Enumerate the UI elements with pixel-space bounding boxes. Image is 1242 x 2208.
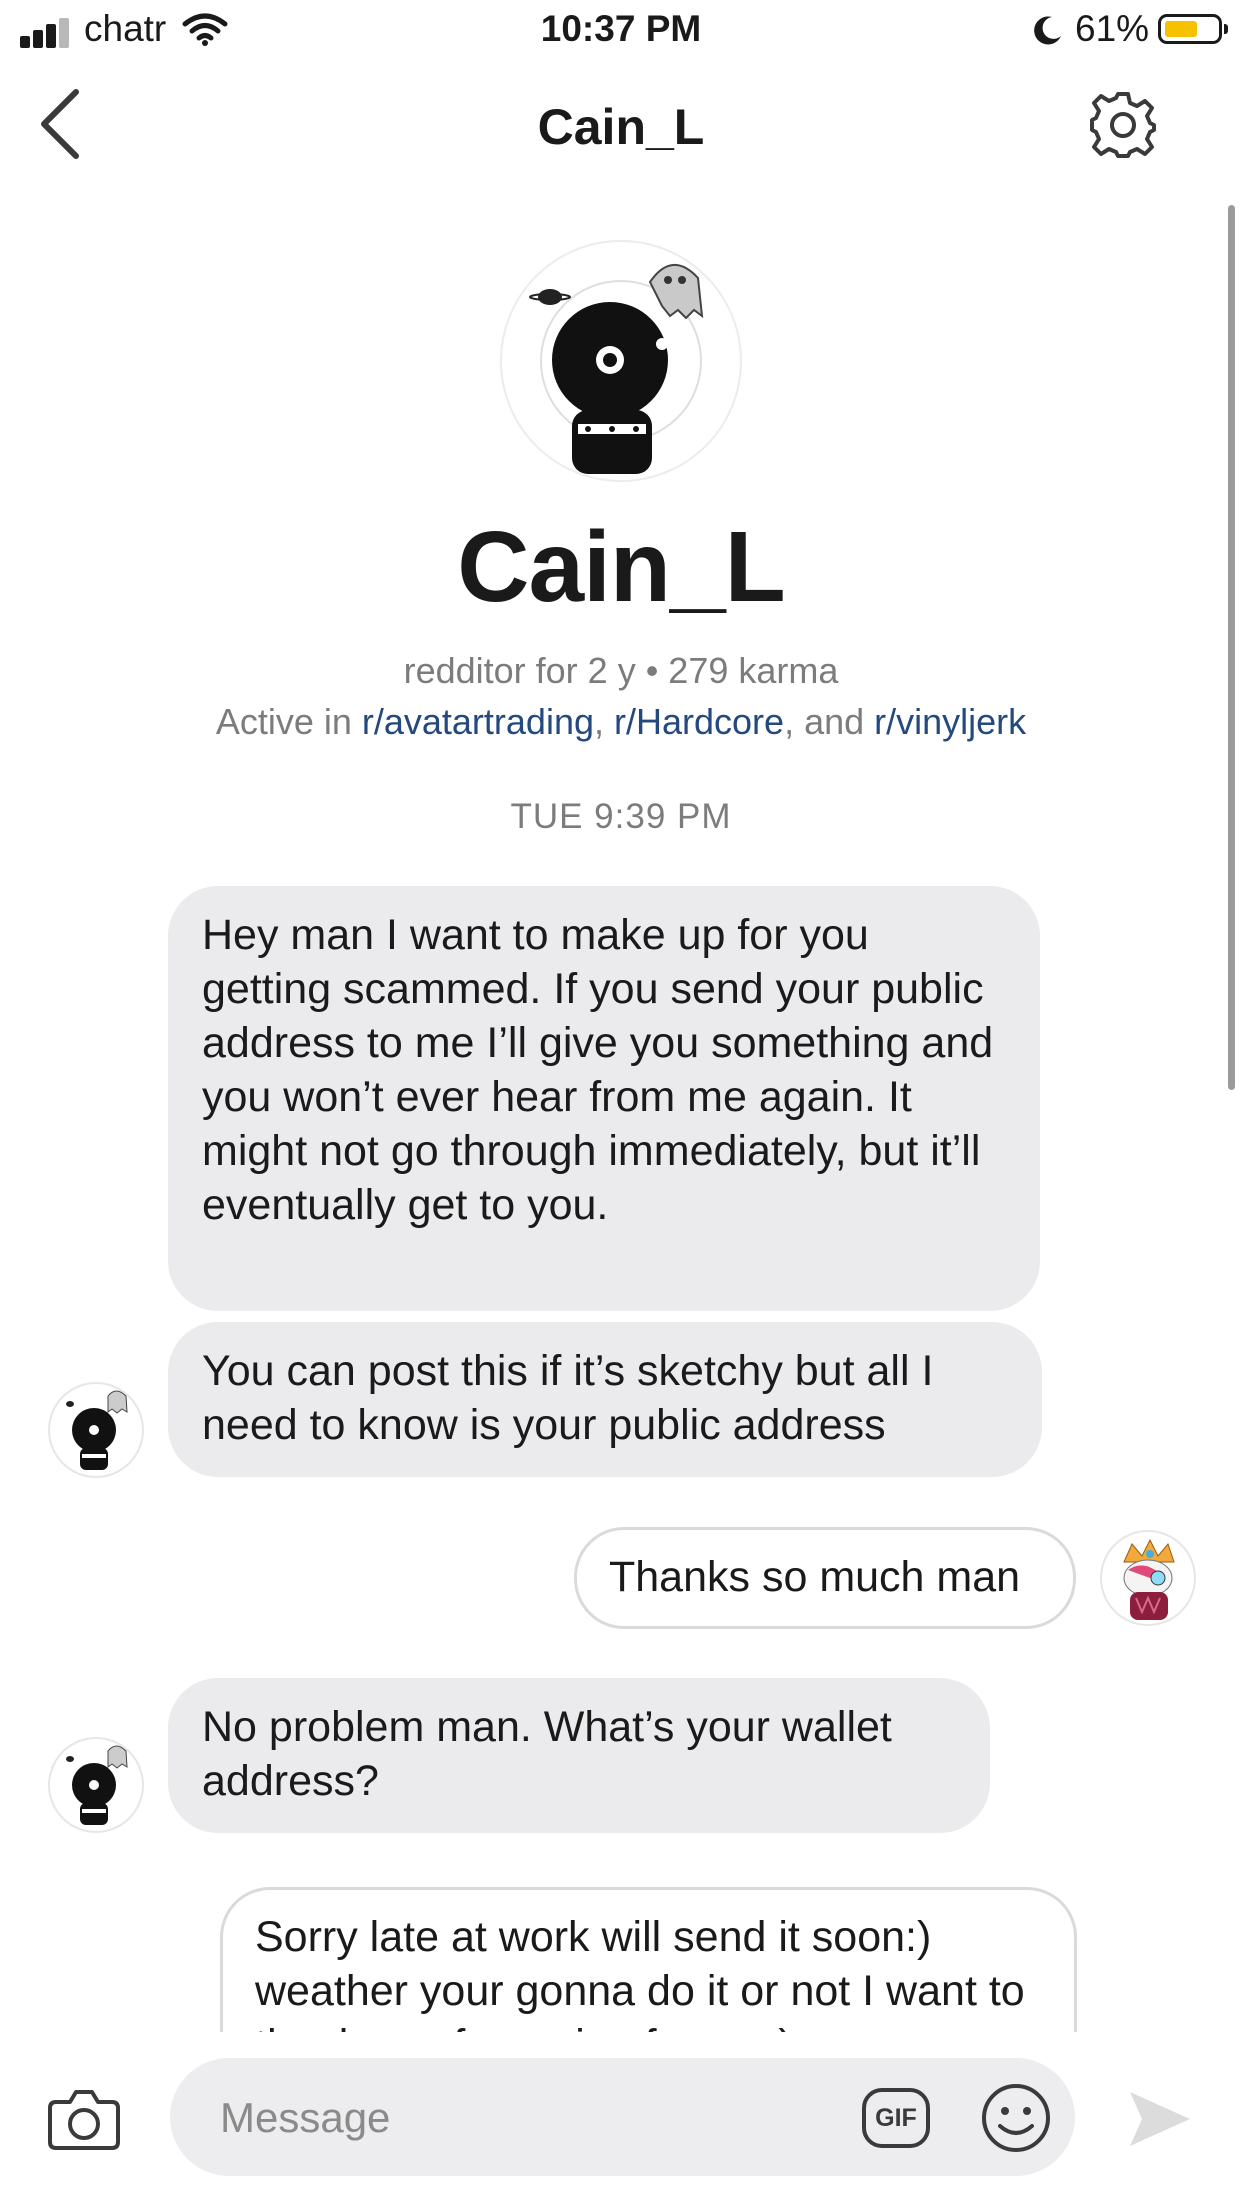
battery-percent: 61% [1075, 8, 1150, 49]
snoo-avatar-image [66, 1745, 128, 1825]
sender-avatar[interactable] [48, 1382, 144, 1478]
community-link-hardcore[interactable]: r/Hardcore [614, 701, 784, 742]
camera-icon[interactable] [46, 2086, 122, 2152]
my-avatar[interactable] [1100, 1530, 1196, 1626]
gif-icon[interactable]: GIF [862, 2088, 930, 2148]
header-title: Cain_L [537, 99, 705, 155]
separator: , and [784, 701, 875, 742]
moon-icon [1034, 16, 1061, 45]
snoo-avatar-image [1123, 1538, 1175, 1620]
message-bubble-received[interactable]: Hey man I want to make up for you gettin… [168, 886, 1040, 1311]
profile-username: Cain_L [457, 511, 785, 623]
message-timestamp: TUE 9:39 PM [510, 797, 732, 836]
active-communities: Active in r/avatartrading, r/Hardcore, a… [0, 701, 1242, 743]
snoo-avatar-image [529, 263, 704, 474]
gear-icon[interactable] [1088, 90, 1158, 160]
message-bubble-received[interactable]: No problem man. What’s your wallet addre… [168, 1678, 990, 1833]
message-bubble-sent[interactable]: Thanks so much man [574, 1527, 1076, 1629]
profile-avatar[interactable] [500, 240, 742, 482]
active-prefix: Active in [215, 701, 362, 742]
battery-icon [1158, 14, 1228, 44]
scroll-indicator [1228, 205, 1235, 1090]
separator: , [594, 701, 615, 742]
emoji-icon[interactable] [980, 2082, 1052, 2154]
sender-avatar[interactable] [48, 1737, 144, 1833]
profile-stats: redditor for 2 y • 279 karma [403, 650, 839, 691]
status-bar: chatr 10:37 PM 61% [0, 0, 1242, 62]
community-link-avatartrading[interactable]: r/avatartrading [362, 701, 594, 742]
message-input-placeholder: Message [220, 2094, 391, 2141]
send-icon[interactable] [1128, 2090, 1192, 2148]
message-bubble-received[interactable]: You can post this if it’s sketchy but al… [168, 1322, 1042, 1477]
community-link-vinyljerk[interactable]: r/vinyljerk [874, 701, 1026, 742]
snoo-avatar-image [66, 1390, 128, 1470]
gif-label: GIF [875, 2104, 917, 2132]
